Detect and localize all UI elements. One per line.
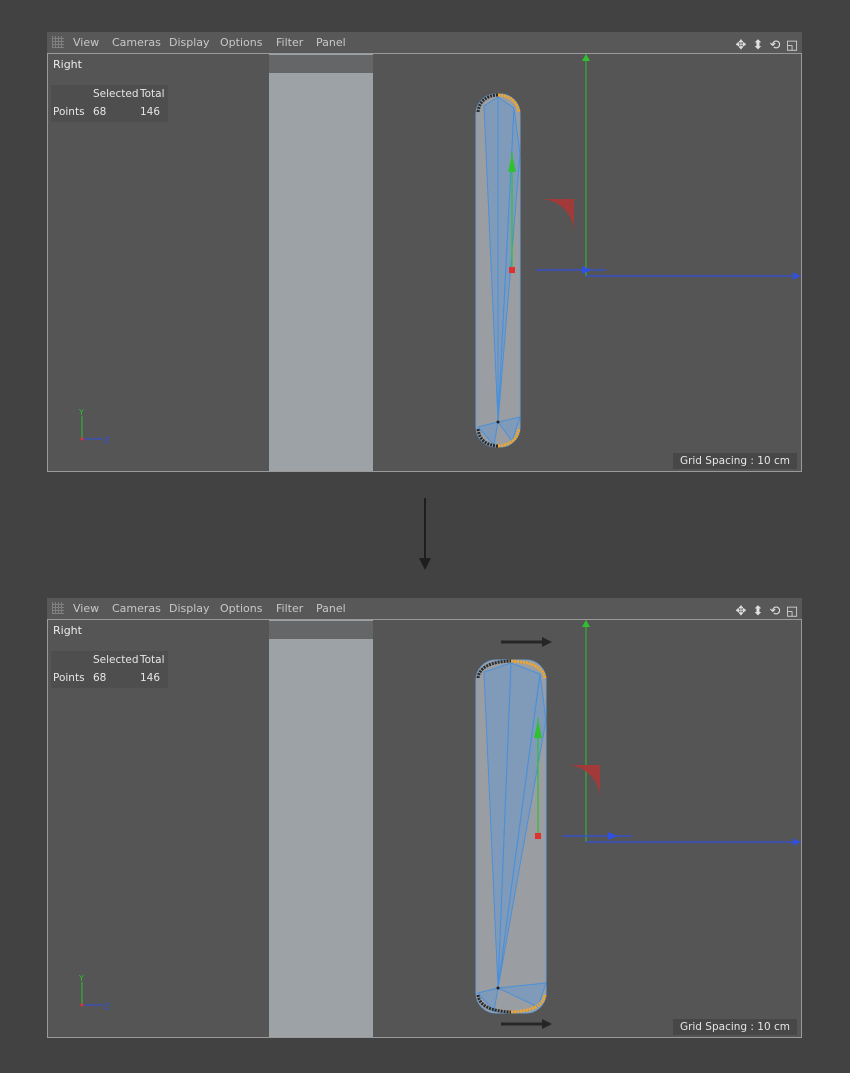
mini-x-axis bbox=[80, 1003, 84, 1007]
grid-spacing-label: Grid Spacing : 10 cm bbox=[672, 453, 797, 469]
viewport-menubar: View Cameras Display Options Filter Pane… bbox=[47, 32, 802, 54]
world-z-arrow bbox=[793, 272, 800, 280]
menu-view[interactable]: View bbox=[73, 36, 99, 49]
zoom-view-icon[interactable]: ⬍ bbox=[750, 604, 766, 620]
mini-y-label: Y bbox=[78, 974, 84, 983]
viewport-canvas[interactable]: Y Z Right Selected Total Points 68 146 Gr… bbox=[47, 619, 802, 1038]
panel-grip-icon[interactable] bbox=[52, 36, 64, 48]
viewport-menubar: View Cameras Display Options Filter Pane… bbox=[47, 598, 802, 620]
polygon-stripe bbox=[269, 620, 373, 1037]
hud-col-selected: Selected bbox=[93, 654, 139, 666]
gizmo-x-handle bbox=[509, 267, 515, 273]
move-view-icon[interactable]: ✥ bbox=[733, 38, 749, 54]
panel-grip-icon[interactable] bbox=[52, 602, 64, 614]
menu-options[interactable]: Options bbox=[220, 36, 262, 49]
move-arrow-bottom-head bbox=[542, 1019, 552, 1029]
gizmo-plane-handle bbox=[544, 199, 574, 230]
hud-col-total: Total bbox=[140, 88, 165, 100]
menu-cameras[interactable]: Cameras bbox=[112, 602, 161, 615]
menu-filter[interactable]: Filter bbox=[276, 36, 303, 49]
move-view-icon[interactable]: ✥ bbox=[733, 604, 749, 620]
hud-col-total: Total bbox=[140, 654, 165, 666]
selection-hud: Selected Total Points 68 146 bbox=[51, 651, 168, 688]
maximize-view-icon[interactable]: ◱ bbox=[784, 38, 800, 54]
down-arrow-icon bbox=[415, 498, 435, 576]
gizmo-plane-handle bbox=[570, 765, 600, 796]
hud-selected-count: 68 bbox=[93, 672, 107, 684]
maximize-view-icon[interactable]: ◱ bbox=[784, 604, 800, 620]
grid-spacing-label: Grid Spacing : 10 cm bbox=[672, 1019, 797, 1035]
menu-options[interactable]: Options bbox=[220, 602, 262, 615]
menu-filter[interactable]: Filter bbox=[276, 602, 303, 615]
mini-z-label: Z bbox=[104, 436, 110, 445]
hud-total-count: 146 bbox=[140, 672, 161, 684]
menu-panel[interactable]: Panel bbox=[316, 602, 346, 615]
gizmo-z-arrow bbox=[608, 832, 618, 840]
mini-x-axis bbox=[80, 437, 84, 441]
gizmo-x-handle bbox=[535, 833, 541, 839]
world-y-arrow bbox=[582, 620, 590, 627]
zoom-view-icon[interactable]: ⬍ bbox=[750, 38, 766, 54]
menu-display[interactable]: Display bbox=[169, 36, 210, 49]
rotate-view-icon[interactable]: ⟲ bbox=[767, 38, 783, 54]
viewport-panel-before: View Cameras Display Options Filter Pane… bbox=[47, 32, 802, 472]
hud-row-label: Points bbox=[53, 106, 85, 118]
fan-apex-point bbox=[496, 986, 500, 990]
menu-cameras[interactable]: Cameras bbox=[112, 36, 161, 49]
rotate-view-icon[interactable]: ⟲ bbox=[767, 604, 783, 620]
menu-panel[interactable]: Panel bbox=[316, 36, 346, 49]
viewport-canvas[interactable]: Y Z Right Selected Total Points 68 146 Gr… bbox=[47, 53, 802, 472]
world-y-arrow bbox=[582, 54, 590, 61]
view-title: Right bbox=[53, 58, 82, 71]
selection-hud: Selected Total Points 68 146 bbox=[51, 85, 168, 122]
viewport-nav-icons: ✥ ⬍ ⟲ ◱ bbox=[732, 34, 800, 54]
hud-total-count: 146 bbox=[140, 106, 161, 118]
move-arrow-top-head bbox=[542, 637, 552, 647]
hud-selected-count: 68 bbox=[93, 106, 107, 118]
gizmo-z-arrow bbox=[582, 266, 592, 274]
world-z-arrow bbox=[793, 838, 800, 846]
polygon-stripe bbox=[269, 54, 373, 471]
hud-col-selected: Selected bbox=[93, 88, 139, 100]
viewport-nav-icons: ✥ ⬍ ⟲ ◱ bbox=[732, 600, 800, 620]
view-title: Right bbox=[53, 624, 82, 637]
menu-display[interactable]: Display bbox=[169, 602, 210, 615]
hud-row-label: Points bbox=[53, 672, 85, 684]
mini-y-label: Y bbox=[78, 408, 84, 417]
fan-apex-point bbox=[496, 420, 500, 424]
mini-z-label: Z bbox=[104, 1002, 110, 1011]
menu-view[interactable]: View bbox=[73, 602, 99, 615]
viewport-panel-after: View Cameras Display Options Filter Pane… bbox=[47, 598, 802, 1038]
